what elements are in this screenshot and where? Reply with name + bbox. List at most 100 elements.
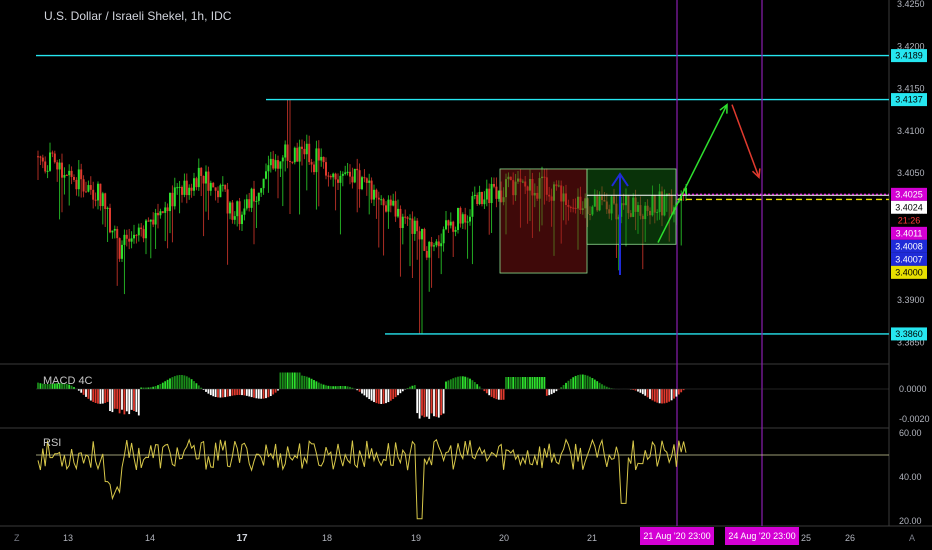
- macd-bar: [445, 381, 447, 389]
- macd-bar: [111, 389, 114, 413]
- macd-bar: [517, 377, 519, 389]
- candle-body: [428, 241, 431, 258]
- macd-bar: [646, 389, 649, 398]
- macd-bar: [188, 377, 191, 389]
- candle-body: [94, 199, 97, 201]
- candle-body: [118, 238, 121, 259]
- candle-body: [416, 220, 419, 232]
- candle-body: [373, 189, 375, 200]
- candle-body: [356, 168, 359, 171]
- candle-body: [209, 182, 212, 191]
- candle-body: [377, 197, 380, 200]
- timezone-icon[interactable]: Z: [14, 533, 20, 543]
- auto-scale-icon[interactable]: A: [909, 533, 915, 543]
- candle-body: [104, 193, 107, 209]
- macd-bar: [327, 385, 330, 389]
- candle-body: [39, 156, 42, 158]
- macd-pane-label: MACD 4C: [43, 375, 93, 387]
- candle-body: [317, 148, 320, 161]
- macd-bar: [394, 389, 397, 398]
- macd-bar: [593, 379, 596, 389]
- candle-body: [46, 170, 49, 172]
- macd-bar: [521, 377, 524, 389]
- y-tick-label: 3.4100: [897, 126, 925, 136]
- candle-body: [279, 161, 282, 169]
- candle-body: [471, 196, 474, 217]
- candle-body: [85, 191, 87, 193]
- candle-body: [111, 230, 114, 233]
- macd-bar: [341, 385, 344, 389]
- candle-body: [281, 157, 284, 162]
- candle-body: [425, 250, 428, 258]
- candle-body: [490, 183, 493, 204]
- macd-bar: [461, 376, 464, 389]
- candle-body: [469, 216, 471, 222]
- candle-body: [387, 199, 390, 212]
- candle-body: [51, 152, 54, 154]
- candle-body: [37, 156, 39, 158]
- macd-bar: [166, 379, 169, 389]
- macd-bar: [392, 389, 395, 400]
- macd-bar: [401, 389, 404, 392]
- macd-bar: [329, 386, 332, 389]
- macd-bar: [675, 389, 678, 397]
- macd-bar: [497, 389, 500, 400]
- macd-bar: [375, 389, 378, 404]
- candle-body: [188, 187, 191, 196]
- candle-body: [226, 189, 229, 214]
- macd-bar: [409, 386, 411, 389]
- macd-bar: [308, 377, 311, 389]
- candle-body: [125, 234, 128, 239]
- candle-body: [274, 160, 277, 169]
- candle-body: [164, 207, 167, 213]
- macd-bar: [466, 377, 469, 389]
- candle-body: [75, 179, 78, 190]
- candle-body: [375, 189, 378, 198]
- price-tag-label: 3.4007: [895, 254, 923, 264]
- macd-bar: [185, 376, 188, 389]
- macd-bar: [262, 389, 265, 399]
- macd-bar: [89, 389, 92, 401]
- macd-bar: [531, 377, 534, 389]
- macd-bar: [284, 372, 287, 389]
- macd-bar: [332, 386, 335, 389]
- macd-bar: [651, 389, 654, 401]
- candle-body: [149, 219, 152, 222]
- macd-bar: [574, 375, 577, 389]
- candle-body: [68, 170, 71, 176]
- macd-bar: [550, 389, 553, 395]
- candle-body: [313, 164, 315, 173]
- macd-bar: [274, 389, 277, 393]
- candle-body: [99, 183, 102, 207]
- macd-bar: [387, 389, 390, 403]
- candle-body: [169, 192, 171, 212]
- price-tag-label: 21:26: [898, 215, 921, 225]
- macd-bar: [485, 389, 488, 394]
- macd-bar: [267, 389, 270, 398]
- macd-bar: [603, 385, 606, 389]
- macd-bar: [116, 389, 119, 409]
- macd-bar: [365, 389, 368, 398]
- macd-bar: [668, 389, 671, 402]
- macd-bar: [217, 389, 219, 398]
- macd-bar: [495, 389, 498, 400]
- candle-body: [193, 178, 195, 191]
- macd-bar: [190, 379, 193, 389]
- macd-bar: [385, 389, 387, 404]
- price-tag-label: 3.4000: [895, 267, 923, 277]
- candle-body: [145, 220, 147, 239]
- candle-body: [219, 185, 222, 198]
- chart-canvas[interactable]: 3.38503.39003.39503.40003.40503.41003.41…: [0, 0, 932, 550]
- candle-body: [442, 229, 445, 244]
- macd-bar: [538, 377, 541, 389]
- rsi-y-tick-label: 20.00: [899, 516, 922, 526]
- candle-body: [423, 228, 426, 251]
- macd-bar: [562, 385, 565, 389]
- macd-bar: [219, 389, 222, 398]
- macd-bar: [529, 377, 531, 389]
- macd-bar: [241, 389, 243, 396]
- macd-y-tick-label: -0.0020: [899, 414, 930, 424]
- macd-bar: [505, 377, 507, 389]
- macd-bar: [279, 372, 282, 389]
- macd-bar: [572, 377, 575, 389]
